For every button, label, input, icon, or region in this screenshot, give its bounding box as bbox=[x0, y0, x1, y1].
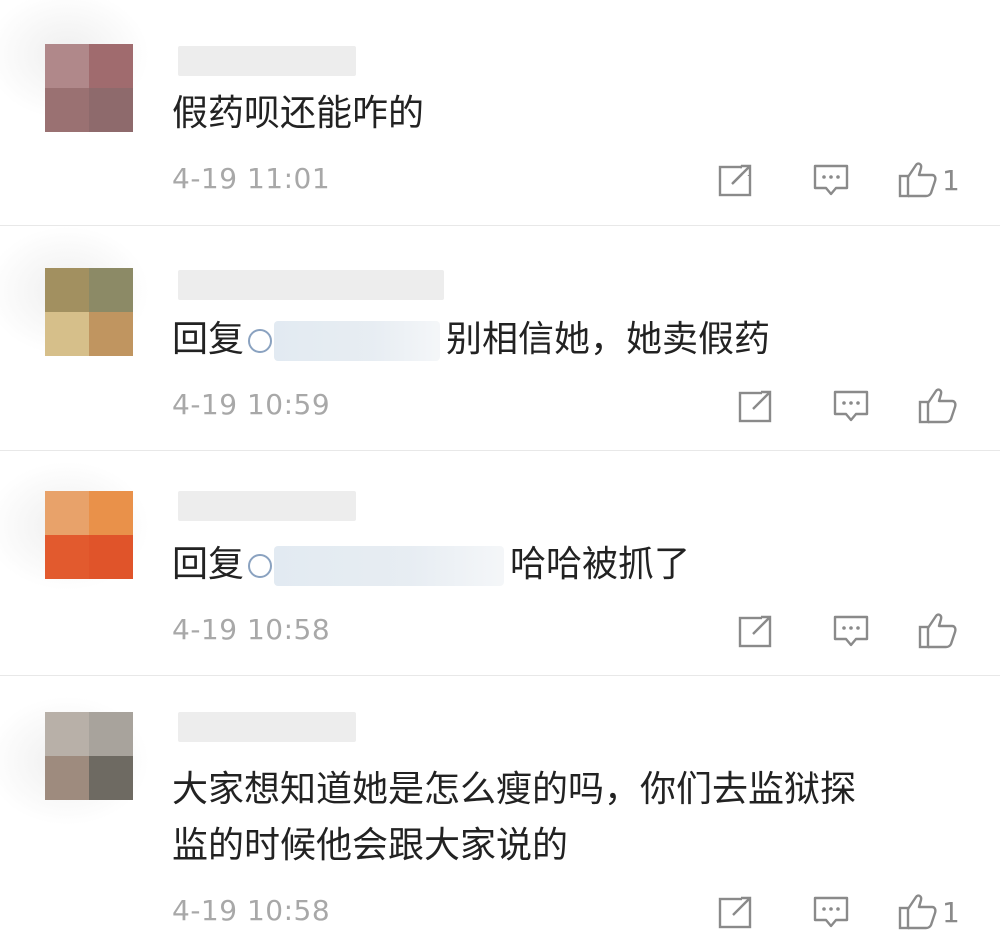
comment-icon bbox=[813, 164, 849, 196]
comment-timestamp: 4-19 10:58 bbox=[172, 894, 331, 927]
avatar-pixel bbox=[45, 268, 89, 312]
avatar-pixel bbox=[45, 535, 89, 579]
like-button[interactable] bbox=[918, 609, 962, 653]
reply-body: 哈哈被抓了 bbox=[510, 544, 691, 585]
avatar-pixel bbox=[89, 756, 133, 800]
avatar-pixel bbox=[89, 268, 133, 312]
comment-icon bbox=[833, 390, 869, 422]
username-redacted[interactable] bbox=[178, 46, 356, 76]
like-button[interactable] bbox=[918, 384, 962, 428]
comment-text: 回复 哈哈被抓了 bbox=[172, 537, 690, 593]
comment-icon bbox=[833, 615, 869, 647]
comment-actions bbox=[716, 384, 1000, 428]
avatar-pixel bbox=[45, 312, 89, 356]
share-button[interactable] bbox=[716, 384, 796, 428]
comment-text-line: 大家想知道她是怎么瘦的吗，你们去监狱探 bbox=[172, 769, 857, 810]
comment-text: 假药呗还能咋的 bbox=[172, 93, 425, 134]
share-icon bbox=[718, 896, 752, 929]
mention-redacted[interactable] bbox=[274, 321, 441, 361]
reply-prefix: 回复 bbox=[172, 319, 245, 360]
username-redacted[interactable] bbox=[178, 491, 356, 521]
like-count: 1 bbox=[942, 163, 960, 197]
like-button[interactable]: 1 bbox=[898, 890, 962, 934]
comment-item: 大家想知道她是怎么瘦的吗，你们去监狱探 监的时候他会跟大家说的 4-19 10:… bbox=[0, 676, 1000, 951]
avatar[interactable] bbox=[45, 491, 133, 579]
avatar-pixel bbox=[89, 312, 133, 356]
comment-actions bbox=[716, 609, 1000, 653]
comment-actions: 1 bbox=[696, 158, 1000, 202]
reply-prefix: 回复 bbox=[172, 544, 245, 585]
reply-body: 别相信她，她卖假药 bbox=[446, 319, 771, 360]
mention-redacted[interactable] bbox=[274, 546, 505, 586]
avatar-pixel bbox=[45, 756, 89, 800]
avatar[interactable] bbox=[45, 44, 133, 132]
avatar-pixel bbox=[89, 44, 133, 88]
share-icon bbox=[718, 164, 752, 197]
comment-text-line: 监的时候他会跟大家说的 bbox=[172, 825, 569, 866]
avatar-pixel bbox=[45, 491, 89, 535]
username-redacted[interactable] bbox=[178, 270, 444, 300]
comment-actions: 1 bbox=[696, 890, 1000, 934]
mention-icon bbox=[248, 554, 273, 578]
avatar[interactable] bbox=[45, 712, 133, 800]
avatar-pixel bbox=[45, 712, 89, 756]
avatar[interactable] bbox=[45, 268, 133, 356]
comment-item: 回复 哈哈被抓了 4-19 10:58 bbox=[0, 451, 1000, 675]
reply-button[interactable] bbox=[786, 890, 876, 934]
thumbs-up-icon bbox=[898, 894, 937, 930]
thumbs-up-icon bbox=[898, 162, 937, 198]
comment-icon bbox=[813, 896, 849, 928]
comment-item: 回复 别相信她，她卖假药 4-19 10:59 bbox=[0, 226, 1000, 450]
like-count: 1 bbox=[942, 895, 960, 929]
comment-timestamp: 4-19 10:59 bbox=[172, 388, 331, 421]
avatar-pixel bbox=[45, 88, 89, 132]
username-redacted[interactable] bbox=[178, 712, 356, 742]
reply-button[interactable] bbox=[806, 384, 896, 428]
thumbs-up-icon bbox=[918, 613, 957, 649]
avatar-pixel bbox=[89, 535, 133, 579]
comment-timestamp: 4-19 10:58 bbox=[172, 613, 331, 646]
share-icon bbox=[738, 615, 772, 648]
reply-button[interactable] bbox=[786, 158, 876, 202]
comment-timestamp: 4-19 11:01 bbox=[172, 162, 331, 195]
share-icon bbox=[738, 390, 772, 423]
avatar-pixel bbox=[45, 44, 89, 88]
mention-icon bbox=[248, 329, 273, 353]
thumbs-up-icon bbox=[918, 388, 957, 424]
share-button[interactable] bbox=[696, 890, 776, 934]
like-button[interactable]: 1 bbox=[898, 158, 962, 202]
avatar-pixel bbox=[89, 712, 133, 756]
reply-button[interactable] bbox=[806, 609, 896, 653]
avatar-pixel bbox=[89, 491, 133, 535]
comment-item: 假药呗还能咋的 4-19 11:01 1 bbox=[0, 0, 1000, 225]
comment-text: 回复 别相信她，她卖假药 bbox=[172, 312, 770, 368]
share-button[interactable] bbox=[696, 158, 776, 202]
share-button[interactable] bbox=[716, 609, 796, 653]
avatar-pixel bbox=[89, 88, 133, 132]
